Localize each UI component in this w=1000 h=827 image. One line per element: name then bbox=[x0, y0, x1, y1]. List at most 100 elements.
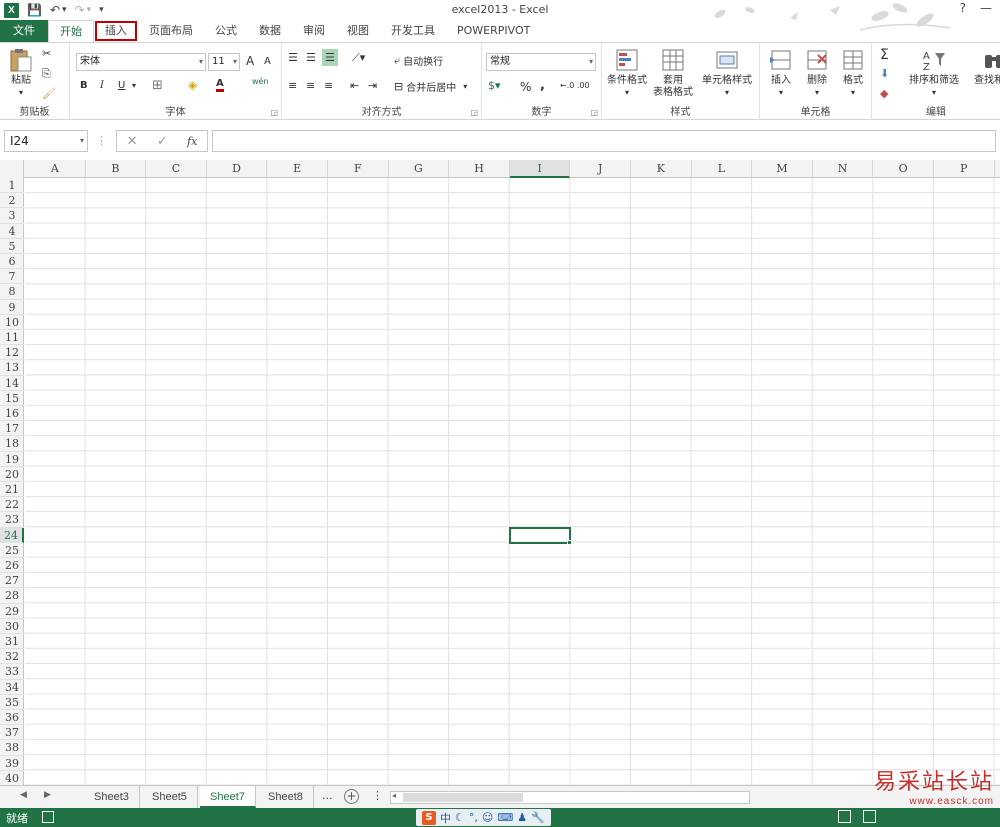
column-header[interactable]: P bbox=[934, 160, 995, 178]
chevron-down-icon[interactable]: ▾ bbox=[132, 81, 136, 90]
bold-button[interactable]: B bbox=[80, 80, 88, 91]
macro-record-icon[interactable] bbox=[42, 811, 54, 823]
paste-button[interactable]: 粘贴 ▾ bbox=[6, 47, 36, 99]
row-header[interactable]: 40 bbox=[0, 771, 24, 785]
column-header[interactable]: C bbox=[146, 160, 207, 178]
merge-center-button[interactable]: ⊟ 合并后居中 ▾ bbox=[394, 79, 467, 94]
formula-input[interactable] bbox=[212, 130, 996, 152]
sort-filter-button[interactable]: A Z 排序和筛选 ▾ bbox=[904, 47, 964, 99]
row-header[interactable]: 38 bbox=[0, 740, 24, 756]
sheet-tab[interactable]: Sheet8 bbox=[258, 786, 314, 808]
column-header[interactable]: M bbox=[752, 160, 813, 178]
row-header[interactable]: 29 bbox=[0, 604, 24, 619]
row-header[interactable]: 37 bbox=[0, 725, 24, 741]
find-select-button[interactable]: 查找和选 bbox=[964, 47, 1000, 87]
grow-font-button[interactable]: A bbox=[246, 54, 254, 68]
row-header[interactable]: 2 bbox=[0, 193, 24, 209]
ime-mode[interactable]: 中 bbox=[440, 810, 451, 826]
tab-insert[interactable]: 插入 bbox=[94, 20, 138, 42]
autosum-button[interactable]: Σ bbox=[880, 47, 889, 63]
select-all-corner[interactable] bbox=[0, 160, 24, 178]
fill-icon[interactable]: ⬇ bbox=[880, 67, 889, 80]
row-header[interactable]: 33 bbox=[0, 664, 24, 680]
insert-cells-button[interactable]: 插入 ▾ bbox=[764, 47, 798, 99]
row-header[interactable]: 5 bbox=[0, 239, 24, 254]
row-header[interactable]: 14 bbox=[0, 376, 24, 391]
fill-handle[interactable] bbox=[567, 539, 573, 545]
row-header[interactable]: 20 bbox=[0, 467, 24, 482]
more-sheets-button[interactable]: ... bbox=[322, 789, 333, 802]
row-header[interactable]: 28 bbox=[0, 588, 24, 604]
increase-decimal-button[interactable]: ←.0 .00 bbox=[560, 81, 590, 90]
wrench-icon[interactable]: 🔧 bbox=[531, 811, 545, 824]
tab-view[interactable]: 视图 bbox=[336, 20, 380, 42]
row-header[interactable]: 11 bbox=[0, 330, 24, 346]
name-box[interactable]: I24 ▾ bbox=[4, 130, 88, 152]
align-left-icon[interactable]: ≡ bbox=[288, 79, 297, 92]
row-header[interactable]: 9 bbox=[0, 300, 24, 315]
format-painter-icon[interactable]: 🖌 bbox=[42, 87, 56, 100]
next-sheet-icon[interactable]: ▶ bbox=[44, 790, 51, 800]
row-header[interactable]: 18 bbox=[0, 436, 24, 452]
scroll-thumb[interactable] bbox=[403, 793, 523, 802]
tab-powerpivot[interactable]: POWERPIVOT bbox=[446, 20, 541, 42]
help-button[interactable]: ? bbox=[960, 1, 966, 15]
row-header[interactable]: 23 bbox=[0, 512, 24, 528]
row-header[interactable]: 4 bbox=[0, 224, 24, 239]
row-header[interactable]: 7 bbox=[0, 269, 24, 285]
conditional-format-button[interactable]: 条件格式 ▾ bbox=[604, 47, 650, 99]
row-header[interactable]: 13 bbox=[0, 360, 24, 376]
confirm-entry-button[interactable]: ✓ bbox=[157, 134, 168, 149]
row-header[interactable]: 17 bbox=[0, 421, 24, 437]
decrease-indent-icon[interactable]: ⇤ bbox=[350, 79, 359, 92]
tab-page-layout[interactable]: 页面布局 bbox=[138, 20, 204, 42]
delete-cells-button[interactable]: 删除 ▾ bbox=[800, 47, 834, 99]
number-format-select[interactable]: 常规 ▾ bbox=[486, 53, 596, 71]
italic-button[interactable]: I bbox=[100, 80, 104, 91]
row-header[interactable]: 8 bbox=[0, 284, 24, 300]
column-header[interactable]: J bbox=[570, 160, 631, 178]
tab-developer[interactable]: 开发工具 bbox=[380, 20, 446, 42]
normal-view-icon[interactable] bbox=[838, 810, 851, 823]
increase-indent-icon[interactable]: ⇥ bbox=[368, 79, 377, 92]
sheet-tab[interactable]: Sheet3 bbox=[84, 786, 140, 808]
tab-formulas[interactable]: 公式 bbox=[204, 20, 248, 42]
insert-function-button[interactable]: fx bbox=[187, 135, 197, 148]
column-header[interactable]: H bbox=[449, 160, 510, 178]
phonetic-button[interactable]: wén bbox=[252, 77, 269, 86]
column-header[interactable]: E bbox=[267, 160, 328, 178]
comma-button[interactable]: , bbox=[540, 78, 545, 93]
row-header[interactable]: 25 bbox=[0, 543, 24, 558]
wrap-text-button[interactable]: ⤶ 自动换行 bbox=[394, 53, 443, 69]
column-header[interactable]: A bbox=[25, 160, 86, 178]
accounting-format-icon[interactable]: $▾ bbox=[488, 79, 501, 92]
row-header[interactable]: 24 bbox=[0, 527, 24, 543]
row-header[interactable]: 31 bbox=[0, 634, 24, 650]
shrink-font-button[interactable]: A bbox=[264, 56, 271, 67]
cancel-entry-button[interactable]: ✕ bbox=[127, 134, 138, 149]
column-header[interactable]: B bbox=[86, 160, 147, 178]
row-header[interactable]: 21 bbox=[0, 482, 24, 498]
row-header[interactable]: 16 bbox=[0, 406, 24, 422]
column-header[interactable]: O bbox=[873, 160, 934, 178]
scroll-left-icon[interactable]: ◂ bbox=[392, 791, 396, 800]
user-icon[interactable]: ♟ bbox=[517, 811, 527, 824]
horizontal-scrollbar[interactable]: ◂ bbox=[390, 791, 750, 804]
copy-icon[interactable]: ⎘ bbox=[42, 67, 51, 81]
align-right-icon[interactable]: ≡ bbox=[324, 79, 333, 92]
format-as-table-button[interactable]: 套用 表格格式 bbox=[650, 47, 696, 99]
column-header[interactable]: F bbox=[328, 160, 389, 178]
row-header[interactable]: 22 bbox=[0, 497, 24, 513]
cell-styles-button[interactable]: 单元格样式 ▾ bbox=[698, 47, 756, 99]
column-header[interactable]: L bbox=[692, 160, 753, 178]
row-header[interactable]: 15 bbox=[0, 391, 24, 406]
tab-review[interactable]: 审阅 bbox=[292, 20, 336, 42]
font-color-button[interactable]: A bbox=[216, 78, 224, 92]
row-header[interactable]: 1 bbox=[0, 178, 24, 194]
prev-sheet-icon[interactable]: ◀ bbox=[20, 790, 27, 800]
row-header[interactable]: 39 bbox=[0, 756, 24, 771]
align-bottom-icon[interactable]: ☰ bbox=[322, 49, 338, 66]
percent-button[interactable]: % bbox=[520, 80, 531, 94]
smile-icon[interactable]: ☺ bbox=[482, 811, 493, 824]
page-layout-view-icon[interactable] bbox=[863, 810, 876, 823]
